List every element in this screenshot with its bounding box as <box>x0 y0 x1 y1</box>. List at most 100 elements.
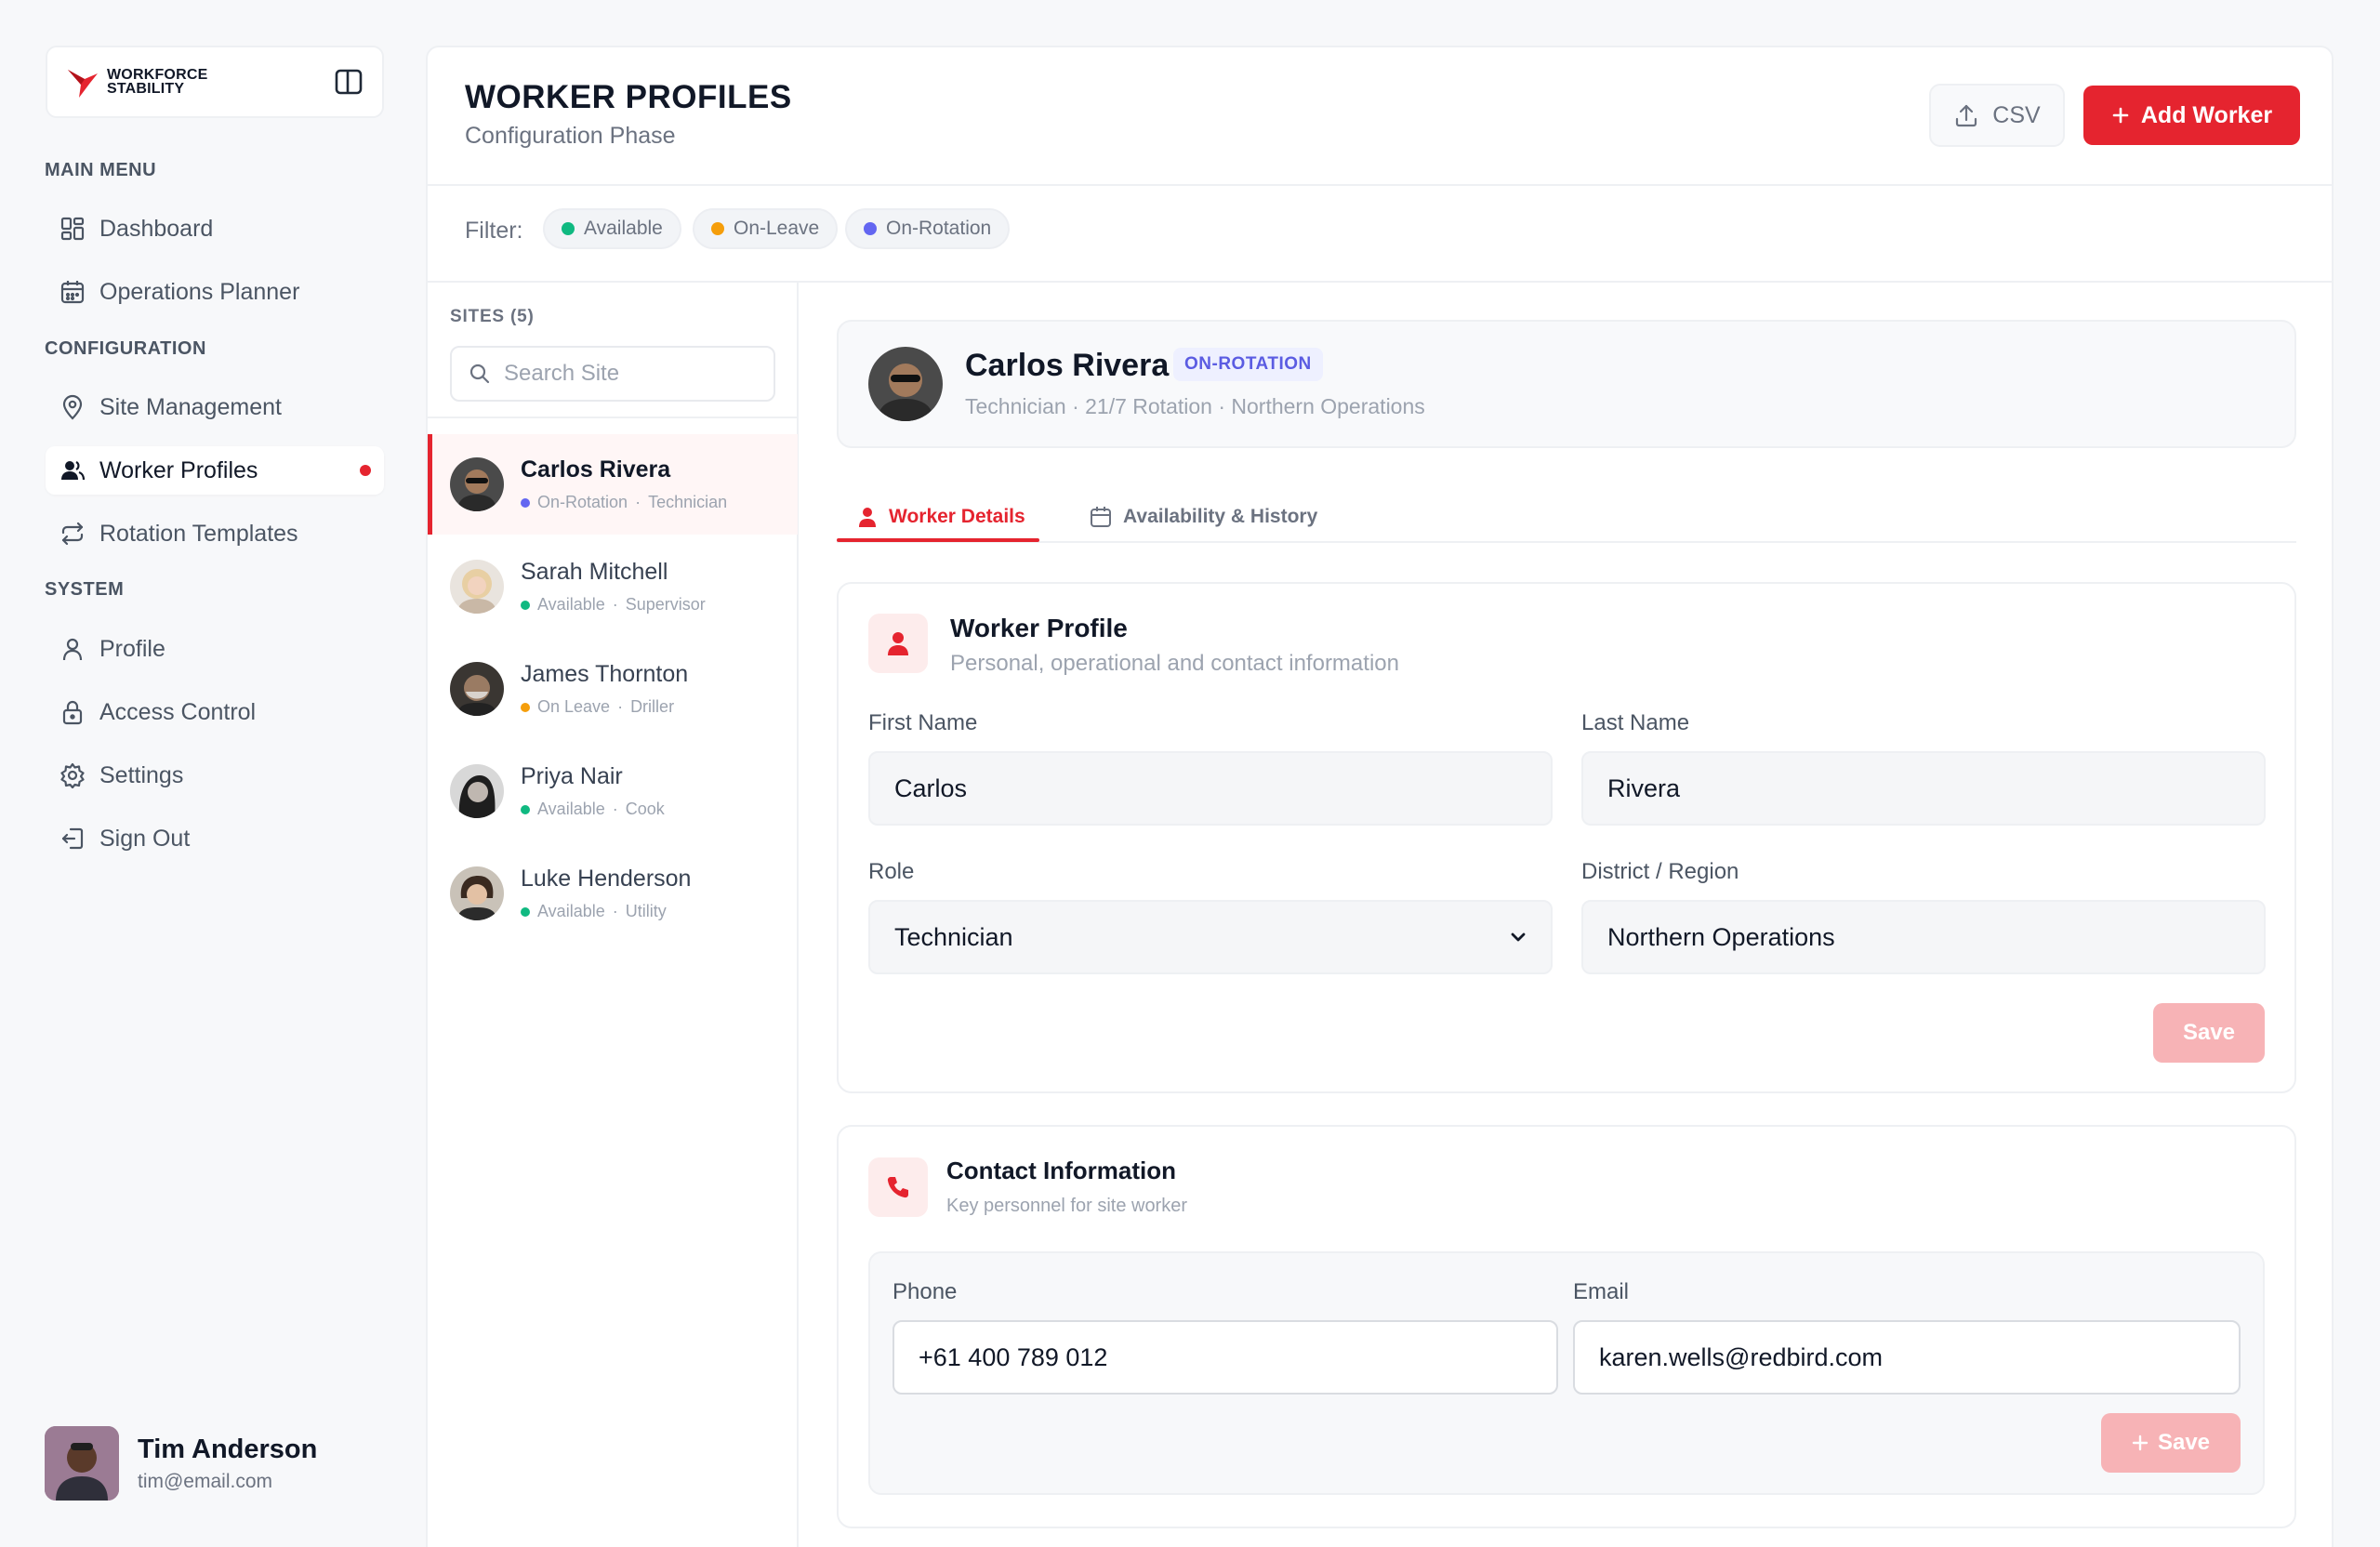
phone-label: Phone <box>892 1279 958 1304</box>
sidebar-item-dashboard[interactable]: Dashboard <box>46 205 384 253</box>
brand-line-2: STABILITY <box>107 81 185 97</box>
avatar <box>450 662 504 716</box>
profile-card-icon <box>868 614 928 673</box>
sidebar-item-label: Dashboard <box>99 215 214 242</box>
add-worker-button[interactable]: Add Worker <box>2083 86 2300 145</box>
avatar <box>450 866 504 920</box>
sidebar-item-settings[interactable]: Settings <box>46 751 384 800</box>
status-dot <box>521 702 530 712</box>
tab-worker-details[interactable]: Worker Details <box>857 493 1025 541</box>
save-contact-button[interactable]: Save <box>2101 1413 2241 1473</box>
sidebar-item-label: Settings <box>99 761 184 788</box>
sidebar-item-access-control[interactable]: Access Control <box>46 688 384 736</box>
status-dot <box>521 600 530 610</box>
list-item-luke-henderson[interactable]: Luke Henderson Available · Utility <box>428 843 798 944</box>
user-icon <box>888 632 908 655</box>
card-subtitle: Personal, operational and contact inform… <box>950 651 1399 676</box>
map-pin-icon <box>59 393 86 421</box>
section-system: SYSTEM <box>45 579 125 600</box>
district-field[interactable]: Northern Operations <box>1581 900 2266 974</box>
current-user[interactable]: Tim Anderson tim@email.com <box>45 1426 317 1501</box>
selected-worker-meta: Technician · 21/7 Rotation · Northern Op… <box>965 394 1425 418</box>
dashboard-icon <box>59 215 86 243</box>
repeat-icon <box>59 520 86 548</box>
sidebar-item-site-management[interactable]: Site Management <box>46 383 384 431</box>
sidebar-item-label: Rotation Templates <box>99 520 298 547</box>
worker-name: James Thornton <box>521 661 689 687</box>
filter-chip-on-leave[interactable]: On-Leave <box>693 208 839 249</box>
sidebar-item-label: Worker Profiles <box>99 456 258 483</box>
tab-availability-history[interactable]: Availability & History <box>1090 493 1317 541</box>
first-name-label: First Name <box>868 710 978 735</box>
card-subtitle: Key personnel for site worker <box>946 1196 1188 1216</box>
brand-logo[interactable]: WORKFORCE STABILITY <box>66 64 207 99</box>
card-title: Worker Profile <box>950 614 1128 642</box>
section-configuration: CONFIGURATION <box>45 338 206 359</box>
sidebar-item-rotation-templates[interactable]: Rotation Templates <box>46 509 384 558</box>
worker-name: Luke Henderson <box>521 866 692 892</box>
first-name-field[interactable]: Carlos <box>868 751 1553 826</box>
tabs-divider <box>837 541 2296 543</box>
filter-divider <box>428 281 2332 283</box>
email-field[interactable]: karen.wells@redbird.com <box>1573 1320 2241 1395</box>
sidebar-item-label: Sign Out <box>99 825 191 852</box>
calendar-icon <box>1091 507 1111 527</box>
list-item-priya-nair[interactable]: Priya Nair Available · Cook <box>428 741 798 841</box>
role-label: Role <box>868 859 915 884</box>
status-dot <box>521 804 530 814</box>
filter-chip-available[interactable]: Available <box>543 208 681 249</box>
sidebar-item-operations-planner[interactable]: Operations Planner <box>46 268 384 316</box>
brand-line-1: WORKFORCE <box>107 67 208 83</box>
worker-name: Carlos Rivera <box>521 456 671 483</box>
user-icon <box>59 635 86 663</box>
sidebar-toggle-icon[interactable] <box>334 67 364 97</box>
selected-worker-name: Carlos Rivera <box>965 348 1170 383</box>
gear-icon <box>59 761 86 789</box>
status-badge: ON-ROTATION <box>1173 348 1323 381</box>
phone-icon <box>887 1177 908 1198</box>
avatar <box>450 457 504 511</box>
status-dot <box>562 222 575 235</box>
sidebar-item-sign-out[interactable]: Sign Out <box>46 814 384 863</box>
last-name-label: Last Name <box>1581 710 1690 735</box>
avatar <box>450 764 504 818</box>
sidebar-item-worker-profiles[interactable]: Worker Profiles <box>46 446 384 495</box>
sidebar-item-label: Access Control <box>99 698 257 725</box>
upload-icon <box>1956 104 1977 127</box>
sidebar-item-label: Profile <box>99 635 165 662</box>
list-item-carlos-rivera[interactable]: Carlos Rivera On-Rotation · Technician <box>428 434 798 535</box>
active-tab-underline <box>837 538 1039 542</box>
sidebar-item-label: Site Management <box>99 393 282 420</box>
list-item-james-thornton[interactable]: James Thornton On Leave · Driller <box>428 639 798 739</box>
status-dot <box>711 222 724 235</box>
selected-worker-header <box>837 320 2296 448</box>
list-item-sarah-mitchell[interactable]: Sarah Mitchell Available · Supervisor <box>428 536 798 637</box>
filter-label: Filter: <box>465 218 523 244</box>
search-site-input[interactable]: Search Site <box>450 346 775 402</box>
status-dot <box>864 222 877 235</box>
brand-logo-box: WORKFORCE STABILITY <box>46 46 384 118</box>
lock-icon <box>59 698 86 726</box>
bird-logo-icon <box>68 70 98 98</box>
plus-icon <box>2112 107 2129 124</box>
users-icon <box>59 456 86 484</box>
header-divider <box>428 184 2332 186</box>
status-dot <box>521 497 530 508</box>
plus-icon <box>2132 1435 2149 1451</box>
contact-card-icon <box>868 1157 928 1217</box>
sidebar-item-label: Operations Planner <box>99 278 300 305</box>
active-indicator-dot <box>360 465 371 476</box>
page-subtitle: Configuration Phase <box>465 123 676 149</box>
csv-upload-button[interactable]: CSV <box>1929 84 2065 147</box>
search-divider <box>428 416 798 418</box>
filter-chip-on-rotation[interactable]: On-Rotation <box>845 208 1011 249</box>
sidebar-item-profile[interactable]: Profile <box>46 625 384 673</box>
phone-field[interactable]: +61 400 789 012 <box>892 1320 1558 1395</box>
search-icon <box>469 364 490 384</box>
last-name-field[interactable]: Rivera <box>1581 751 2266 826</box>
user-email: tim@email.com <box>138 1470 273 1492</box>
save-button[interactable]: Save <box>2153 1003 2265 1063</box>
section-main-menu: MAIN MENU <box>45 160 157 180</box>
avatar <box>45 1426 119 1501</box>
role-select[interactable]: Technician <box>868 900 1553 974</box>
